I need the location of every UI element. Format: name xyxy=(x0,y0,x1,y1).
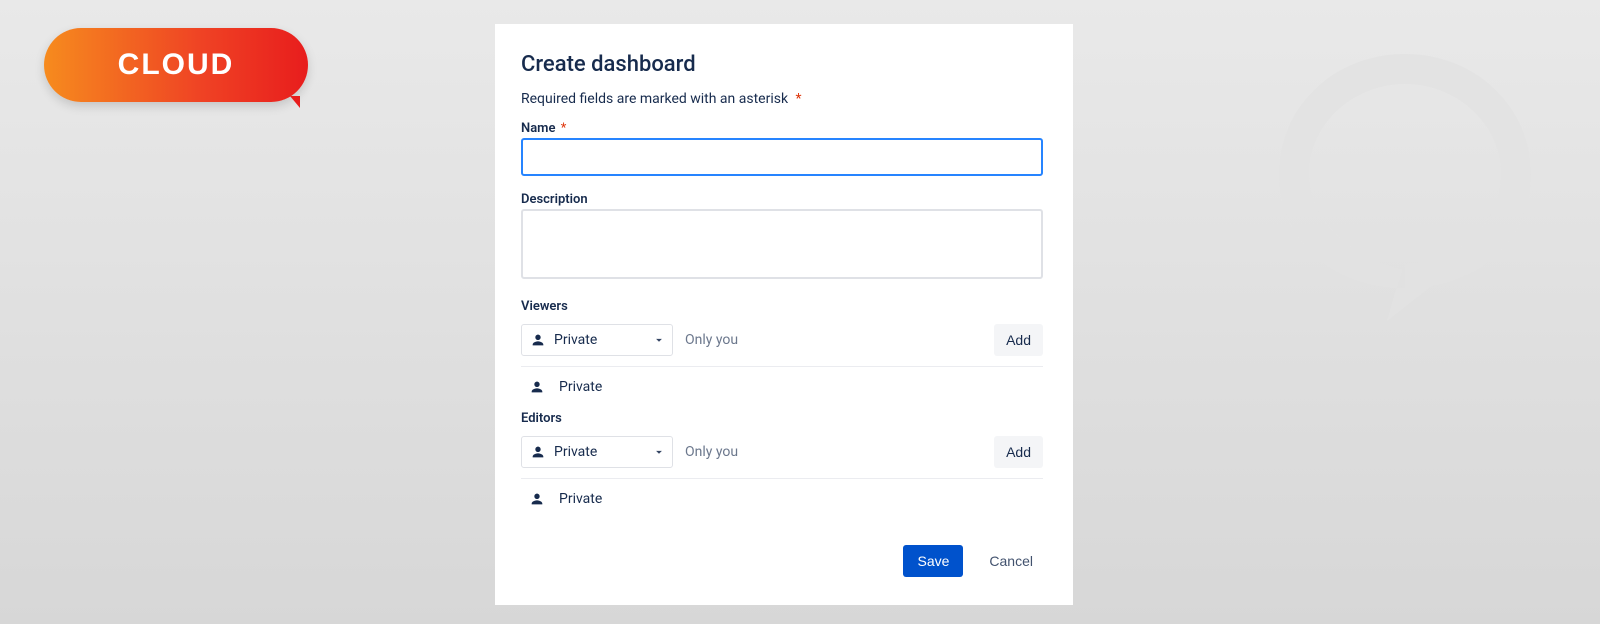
chevron-down-icon xyxy=(652,325,666,355)
name-label: Name * xyxy=(521,121,1043,136)
person-icon xyxy=(530,332,546,348)
description-input[interactable] xyxy=(521,209,1043,279)
cloud-badge: CLOUD xyxy=(44,28,308,102)
viewers-listed-label: Private xyxy=(559,379,602,395)
name-field-block: Name * xyxy=(521,121,1043,176)
required-note-text: Required fields are marked with an aster… xyxy=(521,91,788,107)
editors-row: Private Only you Add xyxy=(521,432,1043,479)
viewers-select-value: Private xyxy=(554,332,664,348)
create-dashboard-dialog: Create dashboard Required fields are mar… xyxy=(495,24,1073,605)
cloud-badge-text: CLOUD xyxy=(118,48,235,82)
asterisk-icon: * xyxy=(561,121,567,136)
required-note: Required fields are marked with an aster… xyxy=(521,91,1043,107)
dialog-footer: Save Cancel xyxy=(521,545,1043,577)
description-label: Description xyxy=(521,192,1043,207)
asterisk-icon: * xyxy=(796,91,802,107)
person-icon xyxy=(529,379,545,395)
person-icon xyxy=(530,444,546,460)
viewers-row: Private Only you Add xyxy=(521,320,1043,367)
description-field-block: Description xyxy=(521,192,1043,283)
viewers-select[interactable]: Private xyxy=(521,324,673,356)
editors-listed-item: Private xyxy=(521,479,1043,517)
editors-hint: Only you xyxy=(685,444,982,460)
name-input[interactable] xyxy=(521,138,1043,176)
editors-add-button[interactable]: Add xyxy=(994,436,1043,468)
viewers-section-label: Viewers xyxy=(521,299,1043,314)
person-icon xyxy=(529,491,545,507)
editors-listed-label: Private xyxy=(559,491,602,507)
dialog-title: Create dashboard xyxy=(521,52,1043,77)
viewers-listed-item: Private xyxy=(521,367,1043,405)
save-button[interactable]: Save xyxy=(903,545,963,577)
editors-select-value: Private xyxy=(554,444,664,460)
name-label-text: Name xyxy=(521,121,555,136)
editors-select[interactable]: Private xyxy=(521,436,673,468)
viewers-add-button[interactable]: Add xyxy=(994,324,1043,356)
chevron-down-icon xyxy=(652,437,666,467)
cancel-button[interactable]: Cancel xyxy=(979,545,1043,577)
chat-bubble-watermark xyxy=(1250,30,1560,330)
editors-section-label: Editors xyxy=(521,411,1043,426)
viewers-hint: Only you xyxy=(685,332,982,348)
